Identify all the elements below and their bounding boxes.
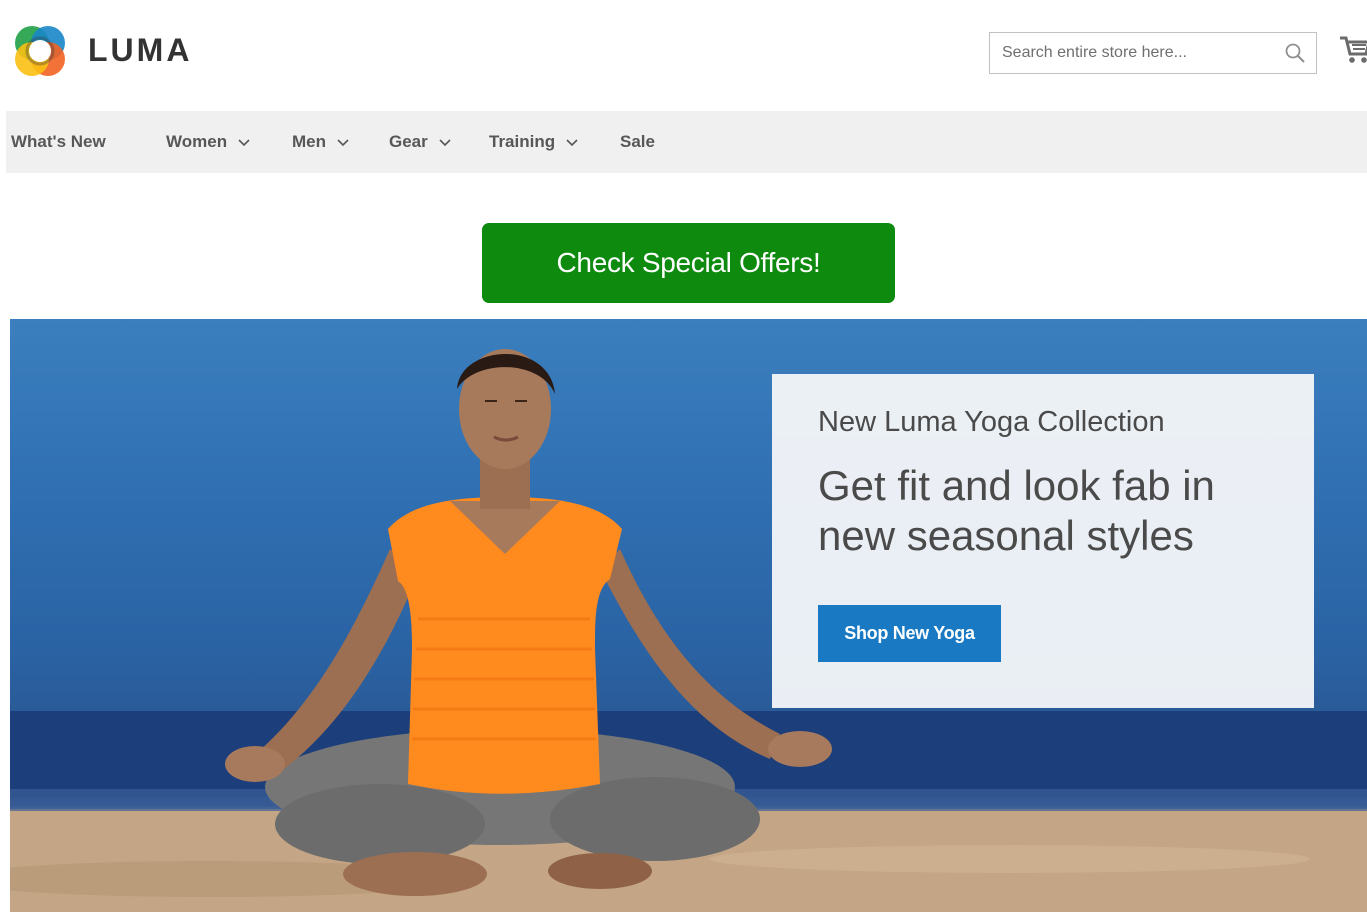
cart-icon[interactable] xyxy=(1338,30,1367,66)
nav-label: Men xyxy=(292,132,326,151)
nav-label: What's New xyxy=(11,132,106,151)
shop-new-yoga-button[interactable]: Shop New Yoga xyxy=(818,605,1001,662)
promo-panel: New Luma Yoga Collection Get fit and loo… xyxy=(772,374,1314,708)
chevron-down-icon xyxy=(566,139,578,147)
nav-item-training[interactable]: Training xyxy=(489,111,579,173)
promo-kicker: New Luma Yoga Collection xyxy=(818,406,1165,438)
logo-text: LUMA xyxy=(88,31,193,68)
search-icon[interactable] xyxy=(1284,42,1306,64)
nav-item-sale[interactable]: Sale xyxy=(620,111,655,173)
hero-banner[interactable]: New Luma Yoga Collection Get fit and loo… xyxy=(10,319,1367,912)
main-nav: What's New Women Men Gear Training Sale xyxy=(6,111,1367,173)
nav-item-whats-new[interactable]: What's New xyxy=(11,111,106,173)
nav-label: Sale xyxy=(620,132,655,151)
chevron-down-icon xyxy=(238,139,250,147)
nav-label: Training xyxy=(489,132,556,151)
nav-item-women[interactable]: Women xyxy=(166,111,251,173)
search-box xyxy=(989,32,1317,74)
nav-label: Gear xyxy=(389,132,428,151)
chevron-down-icon xyxy=(439,139,451,147)
luma-logo[interactable]: LUMA xyxy=(10,20,192,80)
luma-logo-icon xyxy=(15,26,65,76)
search-input[interactable] xyxy=(990,33,1294,73)
chevron-down-icon xyxy=(337,139,349,147)
check-special-offers-button[interactable]: Check Special Offers! xyxy=(482,223,895,303)
nav-item-gear[interactable]: Gear xyxy=(389,111,452,173)
nav-label: Women xyxy=(166,132,228,151)
promo-headline: Get fit and look fab in new seasonal sty… xyxy=(818,462,1215,559)
nav-item-men[interactable]: Men xyxy=(292,111,350,173)
